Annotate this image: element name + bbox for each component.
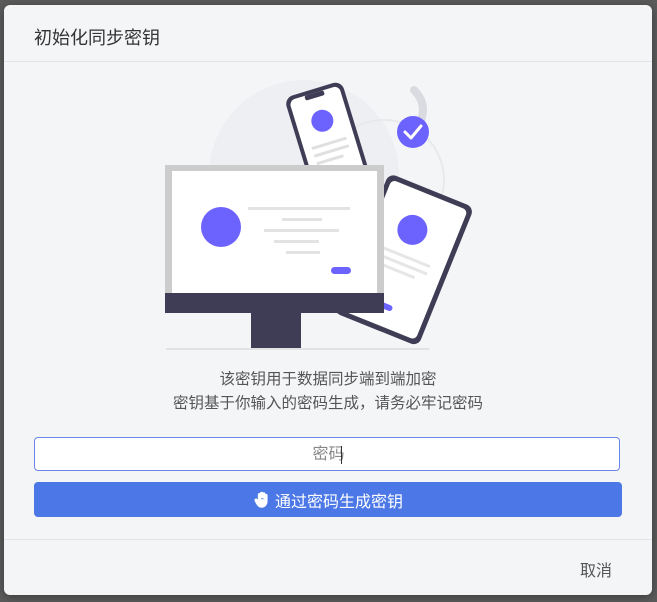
init-sync-key-dialog: 初始化同步密钥 该密钥用于数据同步端到端加密 密钥基于你输入的密码生成，请务必牢… bbox=[4, 5, 652, 595]
cancel-button[interactable]: 取消 bbox=[580, 557, 612, 581]
generate-key-button[interactable]: 通过密码生成密钥 bbox=[34, 482, 622, 517]
dialog-footer: 取消 bbox=[4, 539, 652, 595]
checkmark-icon bbox=[397, 116, 429, 148]
devices-illustration bbox=[165, 80, 472, 350]
description-line-2: 密钥基于你输入的密码生成，请务必牢记密码 bbox=[172, 394, 483, 412]
hand-icon bbox=[254, 491, 268, 508]
text-caret bbox=[340, 445, 342, 464]
generate-key-button-label: 通过密码生成密钥 bbox=[274, 491, 403, 511]
description-line-1: 该密钥用于数据同步端到端加密 bbox=[219, 370, 437, 388]
dialog-description: 该密钥用于数据同步端到端加密 密钥基于你输入的密码生成，请务必牢记密码 bbox=[4, 367, 652, 415]
password-input[interactable]: 密码 bbox=[34, 437, 620, 471]
